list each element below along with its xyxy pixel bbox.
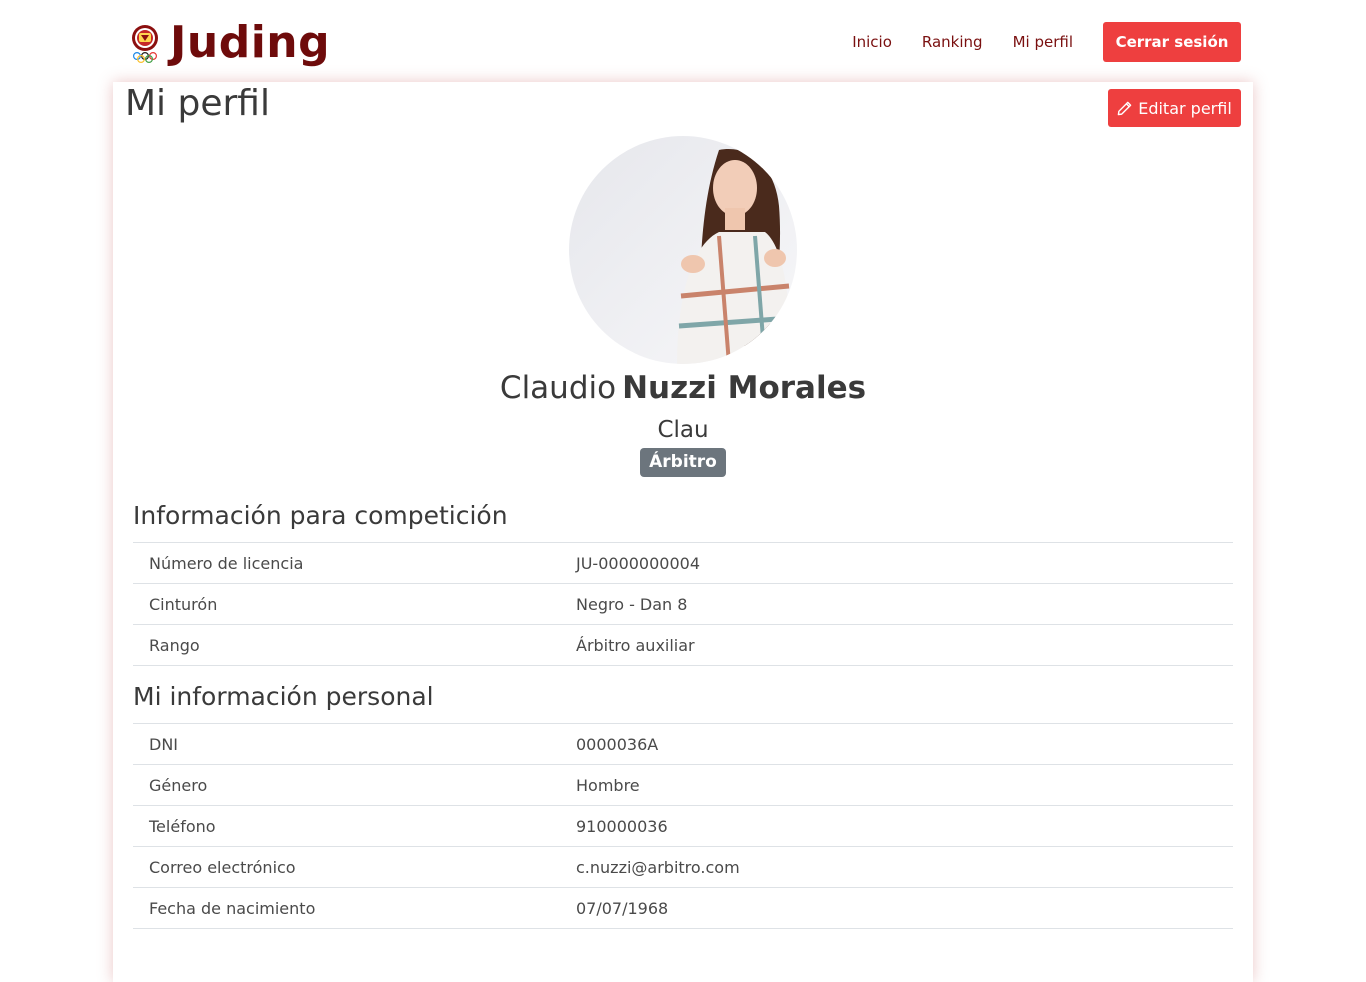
table-row: Número de licencia JU-0000000004 [133, 542, 1233, 584]
page-title: Mi perfil [125, 83, 270, 124]
table-row: Correo electrónico c.nuzzi@arbitro.com [133, 846, 1233, 888]
nav-item-ranking[interactable]: Ranking [922, 22, 983, 62]
personal-info-table: DNI 0000036A Género Hombre Teléfono 9100… [133, 723, 1233, 929]
personal-section-title: Mi información personal [133, 682, 434, 711]
table-row: Cinturón Negro - Dan 8 [133, 583, 1233, 625]
row-value: Hombre [560, 764, 1233, 806]
judo-federation-logo-icon [132, 25, 158, 63]
logout-button[interactable]: Cerrar sesión [1103, 22, 1241, 62]
nav-item-mi-perfil[interactable]: Mi perfil [1013, 22, 1073, 62]
competition-section-title: Información para competición [133, 501, 508, 530]
profile-first-name: Claudio [499, 370, 617, 406]
table-row: Género Hombre [133, 764, 1233, 806]
profile-last-name: Nuzzi Morales [622, 370, 867, 406]
row-label: Rango [133, 624, 560, 666]
brand-link[interactable]: Juding [128, 18, 330, 68]
row-value: Árbitro auxiliar [560, 624, 1233, 666]
edit-profile-label: Editar perfil [1138, 98, 1232, 118]
role-badge: Árbitro [640, 448, 726, 477]
navbar: Juding Inicio Ranking Mi perfil Cerrar s… [0, 0, 1366, 84]
row-value: c.nuzzi@arbitro.com [560, 846, 1233, 888]
table-row: DNI 0000036A [133, 723, 1233, 765]
competition-info-table: Número de licencia JU-0000000004 Cinturó… [133, 542, 1233, 666]
profile-fullname: Claudio Nuzzi Morales [113, 368, 1253, 408]
table-row: Fecha de nacimiento 07/07/1968 [133, 887, 1233, 929]
brand-name: Juding [170, 17, 331, 68]
row-label: Teléfono [133, 805, 560, 847]
row-label: Género [133, 764, 560, 806]
nav-item-inicio[interactable]: Inicio [852, 22, 892, 62]
row-label: Correo electrónico [133, 846, 560, 888]
row-value: 0000036A [560, 723, 1233, 765]
row-value: 910000036 [560, 805, 1233, 847]
profile-avatar [569, 136, 797, 364]
row-label: DNI [133, 723, 560, 765]
row-value: 07/07/1968 [560, 887, 1233, 929]
row-label: Cinturón [133, 583, 560, 625]
row-value: JU-0000000004 [560, 542, 1233, 584]
table-row: Rango Árbitro auxiliar [133, 624, 1233, 666]
nav-links: Inicio Ranking Mi perfil Cerrar sesión [852, 22, 1241, 62]
row-label: Fecha de nacimiento [133, 887, 560, 929]
row-value: Negro - Dan 8 [560, 583, 1233, 625]
table-row: Teléfono 910000036 [133, 805, 1233, 847]
pencil-icon [1117, 101, 1132, 115]
edit-profile-button[interactable]: Editar perfil [1108, 89, 1241, 127]
profile-nickname: Clau [657, 417, 709, 443]
row-label: Número de licencia [133, 542, 560, 584]
profile-card: Mi perfil Editar perfil Claudio Nuzzi Mo… [113, 82, 1253, 982]
